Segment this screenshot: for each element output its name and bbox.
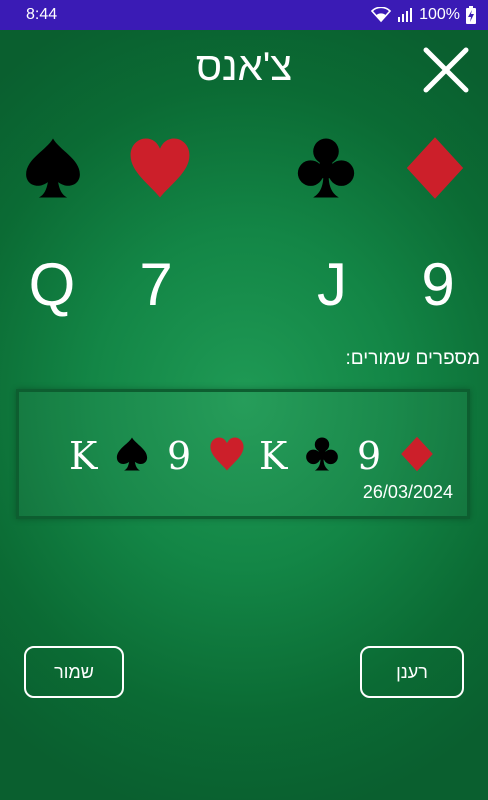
refresh-button-label: רענן [396,661,428,682]
spade-icon [116,437,148,471]
battery-percent: 100% [419,6,460,23]
close-icon [423,47,469,93]
saved-entry-date: 26/03/2024 [362,482,453,502]
status-icons: 100% [371,6,476,24]
signal-icon [398,8,413,22]
card-rank-2: 7 [139,251,173,318]
card-rank-4: 9 [421,251,455,318]
saved-rank-2: 9 [167,434,192,478]
page-title: צ'אנס [195,45,293,89]
save-button[interactable]: שמור [24,646,124,698]
card-rank-3: J [317,251,347,318]
heart-icon [210,437,244,471]
saved-rank-4: 9 [357,434,382,478]
save-button-label: שמור [54,661,94,682]
heart-icon [130,138,190,198]
saved-rank-1: K [69,434,98,478]
club-icon [297,138,355,198]
card-rank-1: Q [28,251,76,318]
saved-numbers-label: מספרים שמורים: [345,348,480,369]
diamond-icon [401,436,433,472]
status-time: 8:44 [26,6,58,23]
saved-entry-cards: K 9 K 9 [19,418,473,490]
battery-charging-icon [466,6,476,24]
status-bar: 8:44 100% [0,0,488,30]
saved-entry[interactable]: K 9 K 9 26/03/2024 [16,389,470,519]
spade-icon [26,138,80,198]
refresh-button[interactable]: רענן [360,646,464,698]
saved-rank-3: K [259,434,288,478]
close-button[interactable] [420,44,472,96]
diamond-icon [406,137,464,199]
club-icon [306,437,338,471]
wifi-icon [371,7,392,23]
